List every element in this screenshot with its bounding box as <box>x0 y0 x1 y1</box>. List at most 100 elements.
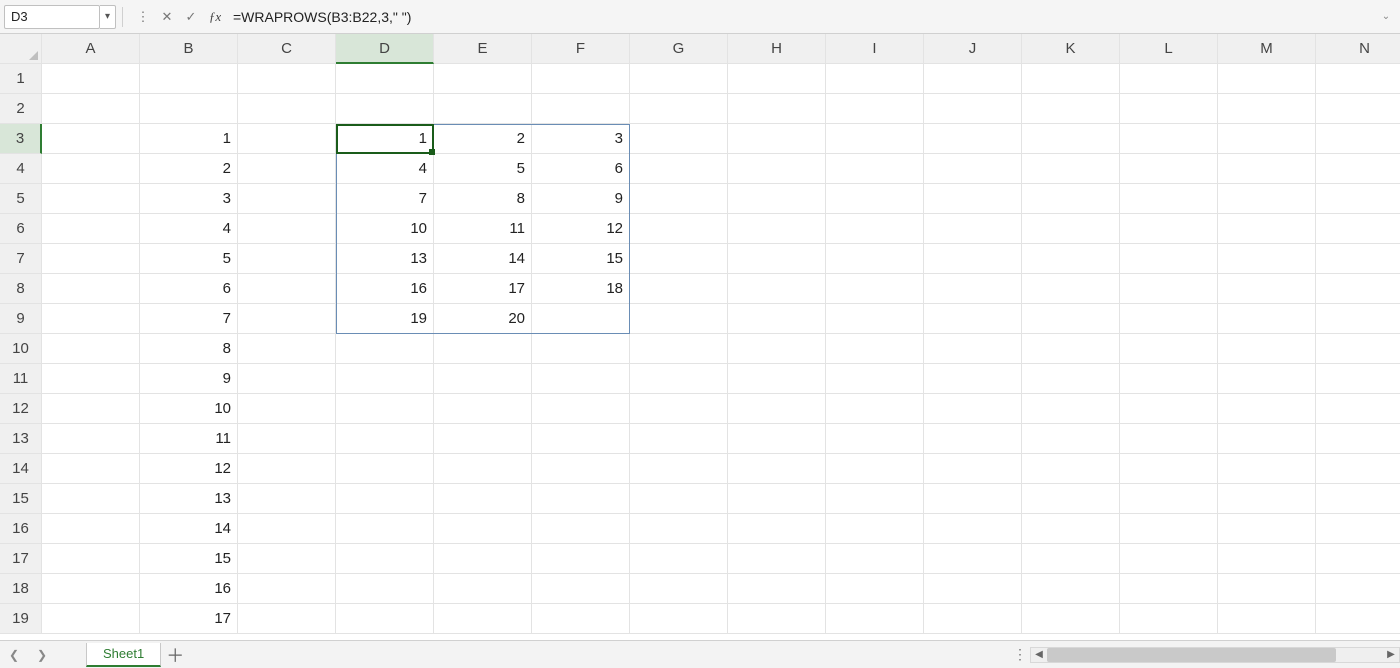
cell[interactable] <box>1218 334 1316 364</box>
row-header[interactable]: 12 <box>0 394 42 424</box>
cell[interactable] <box>1316 274 1400 304</box>
cell[interactable]: 5 <box>140 244 238 274</box>
cell[interactable] <box>1316 544 1400 574</box>
row-header[interactable]: 4 <box>0 154 42 184</box>
cell[interactable] <box>630 544 728 574</box>
cell[interactable] <box>1022 214 1120 244</box>
cell[interactable] <box>1022 244 1120 274</box>
cell[interactable] <box>826 574 924 604</box>
cell[interactable] <box>924 94 1022 124</box>
cell[interactable]: 10 <box>336 214 434 244</box>
cell[interactable] <box>42 514 140 544</box>
row-header[interactable]: 11 <box>0 364 42 394</box>
cell[interactable] <box>42 544 140 574</box>
column-header[interactable]: E <box>434 34 532 64</box>
cell[interactable] <box>924 214 1022 244</box>
cell[interactable]: 14 <box>140 514 238 544</box>
cell[interactable] <box>728 574 826 604</box>
row-header[interactable]: 8 <box>0 274 42 304</box>
cell[interactable] <box>924 454 1022 484</box>
cell[interactable]: 18 <box>532 274 630 304</box>
cell[interactable] <box>1218 424 1316 454</box>
cancel-icon[interactable]: ✕ <box>157 7 177 27</box>
row-header[interactable]: 17 <box>0 544 42 574</box>
cell[interactable] <box>238 154 336 184</box>
tab-menu-icon[interactable]: ⋮ <box>1010 646 1030 663</box>
cell[interactable] <box>336 334 434 364</box>
scroll-left-icon[interactable]: ◀ <box>1031 649 1047 660</box>
cell[interactable] <box>1022 124 1120 154</box>
cell[interactable] <box>1316 514 1400 544</box>
column-header[interactable]: C <box>238 34 336 64</box>
cell[interactable] <box>238 454 336 484</box>
cell[interactable] <box>1022 334 1120 364</box>
cell[interactable] <box>924 64 1022 94</box>
cell[interactable] <box>1022 364 1120 394</box>
cell[interactable] <box>728 154 826 184</box>
cell[interactable] <box>924 424 1022 454</box>
cell[interactable] <box>1316 304 1400 334</box>
column-header[interactable]: J <box>924 34 1022 64</box>
row-header[interactable]: 13 <box>0 424 42 454</box>
formula-input[interactable] <box>225 5 1376 29</box>
prev-sheet-icon[interactable]: ❮ <box>0 641 28 668</box>
cell[interactable] <box>42 454 140 484</box>
cell[interactable] <box>1120 454 1218 484</box>
cell[interactable]: 12 <box>140 454 238 484</box>
cell[interactable] <box>728 64 826 94</box>
cell[interactable] <box>1120 94 1218 124</box>
cell[interactable] <box>1316 214 1400 244</box>
cell[interactable] <box>630 364 728 394</box>
cell[interactable] <box>238 574 336 604</box>
cell[interactable] <box>336 484 434 514</box>
cell[interactable] <box>1022 514 1120 544</box>
cell[interactable] <box>42 334 140 364</box>
cell[interactable] <box>42 604 140 634</box>
cell[interactable]: 16 <box>140 574 238 604</box>
cell[interactable] <box>630 334 728 364</box>
column-header[interactable]: M <box>1218 34 1316 64</box>
cell[interactable] <box>630 304 728 334</box>
cell[interactable] <box>532 574 630 604</box>
cell[interactable] <box>1120 64 1218 94</box>
cell[interactable] <box>924 334 1022 364</box>
cell[interactable] <box>1120 394 1218 424</box>
cell[interactable] <box>826 364 924 394</box>
cell[interactable] <box>1218 394 1316 424</box>
cell[interactable] <box>238 274 336 304</box>
cell[interactable] <box>238 364 336 394</box>
cell[interactable] <box>434 484 532 514</box>
cell[interactable] <box>1120 334 1218 364</box>
cell[interactable] <box>532 394 630 424</box>
cell[interactable] <box>1218 124 1316 154</box>
name-box[interactable] <box>4 5 100 29</box>
cell[interactable] <box>238 604 336 634</box>
cell[interactable] <box>826 154 924 184</box>
cell[interactable] <box>1218 544 1316 574</box>
cell[interactable] <box>630 454 728 484</box>
cell[interactable] <box>532 604 630 634</box>
cell[interactable] <box>336 574 434 604</box>
cell[interactable] <box>1316 604 1400 634</box>
cell[interactable]: 6 <box>140 274 238 304</box>
cell[interactable] <box>1218 454 1316 484</box>
cell[interactable] <box>336 544 434 574</box>
scrollbar-thumb[interactable] <box>1047 648 1336 662</box>
cell[interactable] <box>42 364 140 394</box>
cell[interactable] <box>532 484 630 514</box>
row-header[interactable]: 2 <box>0 94 42 124</box>
row-header[interactable]: 16 <box>0 514 42 544</box>
column-header[interactable]: A <box>42 34 140 64</box>
row-header[interactable]: 18 <box>0 574 42 604</box>
row-header[interactable]: 15 <box>0 484 42 514</box>
cell[interactable] <box>434 424 532 454</box>
cell[interactable] <box>924 604 1022 634</box>
cell[interactable] <box>728 304 826 334</box>
cell[interactable] <box>728 94 826 124</box>
cell[interactable] <box>630 154 728 184</box>
cell[interactable] <box>336 454 434 484</box>
cell[interactable] <box>728 514 826 544</box>
cell[interactable]: 8 <box>140 334 238 364</box>
cell[interactable] <box>1120 184 1218 214</box>
cell[interactable] <box>1316 244 1400 274</box>
